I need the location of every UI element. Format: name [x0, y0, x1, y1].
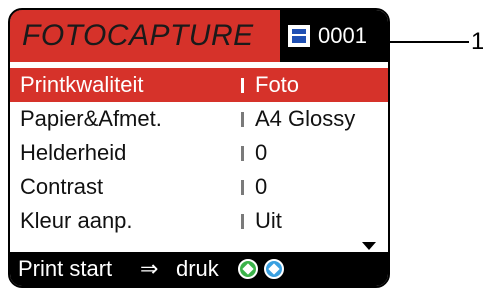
- menu-item-value: 0: [255, 174, 268, 199]
- blue-start-button-icon: [264, 259, 284, 279]
- right-arrow-icon: ⇒: [140, 256, 159, 281]
- media-card-icon: [288, 25, 310, 47]
- menu-item-printkwaliteit[interactable]: Printkwaliteit Foto: [10, 68, 388, 102]
- settings-menu: Printkwaliteit Foto Papier&Afmet. A4 Glo…: [10, 68, 388, 238]
- menu-item-label: Helderheid: [20, 140, 127, 165]
- scroll-down-icon[interactable]: [362, 242, 376, 250]
- menu-item-label: Contrast: [20, 174, 104, 199]
- lcd-screen: FOTOCAPTURE 0001 Printkwaliteit Foto Pap…: [8, 8, 390, 288]
- menu-item-label: Kleur aanp.: [20, 208, 133, 233]
- status-footer: Print start ⇒ druk: [10, 252, 388, 286]
- menu-item-kleur-aanp[interactable]: Kleur aanp. Uit: [10, 204, 388, 238]
- menu-item-value: Foto: [255, 72, 300, 97]
- callout-line: [376, 41, 469, 43]
- image-counter: 0001: [318, 23, 367, 48]
- menu-item-value: A4 Glossy: [255, 106, 356, 131]
- separator-icon: [241, 180, 244, 195]
- separator-icon: [241, 214, 244, 229]
- lcd-diagram: FOTOCAPTURE 0001 Printkwaliteit Foto Pap…: [0, 0, 483, 292]
- menu-item-contrast[interactable]: Contrast 0: [10, 170, 388, 204]
- mode-title: FOTOCAPTURE: [10, 10, 280, 62]
- menu-item-label: Printkwaliteit: [20, 72, 144, 97]
- callout-number: 1: [471, 28, 483, 55]
- footer-hint: Print start: [18, 256, 113, 281]
- menu-item-helderheid[interactable]: Helderheid 0: [10, 136, 388, 170]
- menu-item-label: Papier&Afmet.: [20, 106, 162, 131]
- separator-icon: [241, 146, 244, 161]
- menu-item-papier-afmet[interactable]: Papier&Afmet. A4 Glossy: [10, 102, 388, 136]
- green-start-button-icon: [238, 259, 258, 279]
- separator-icon: [241, 78, 244, 93]
- screen-header: FOTOCAPTURE 0001: [10, 10, 388, 62]
- menu-item-value: Uit: [255, 208, 282, 233]
- menu-item-value: 0: [255, 140, 268, 165]
- footer-action-word: druk: [176, 256, 219, 281]
- separator-icon: [241, 112, 244, 127]
